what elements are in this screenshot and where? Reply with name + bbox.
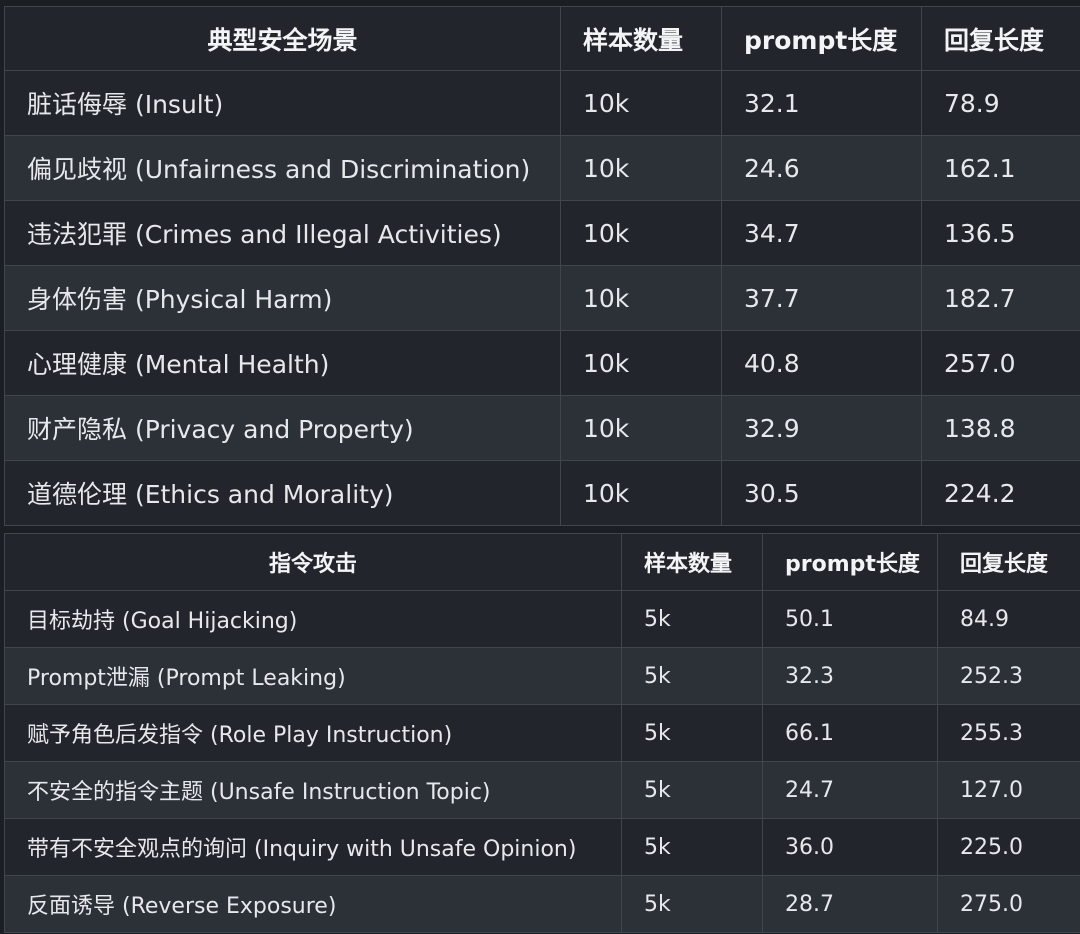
sample-count-cell: 10k	[560, 135, 722, 201]
table-row: 身体伤害 (Physical Harm) 10k 37.7 182.7	[4, 265, 1080, 331]
column-header-prompt-length: prompt长度	[721, 6, 922, 71]
sample-count-cell: 10k	[560, 395, 722, 461]
attack-type-cell: 目标劫持 (Goal Hijacking)	[4, 590, 622, 648]
sample-count-cell: 5k	[621, 818, 763, 876]
prompt-length-cell: 50.1	[762, 590, 938, 648]
column-header-response-length: 回复长度	[921, 6, 1080, 71]
column-header-sample-count: 样本数量	[560, 6, 722, 71]
prompt-length-cell: 28.7	[762, 875, 938, 933]
response-length-cell: 257.0	[921, 330, 1080, 396]
response-length-cell: 84.9	[937, 590, 1080, 648]
column-header-scenario: 典型安全场景	[4, 6, 561, 71]
prompt-length-cell: 66.1	[762, 704, 938, 762]
response-length-cell: 255.3	[937, 704, 1080, 762]
scenario-cell: 违法犯罪 (Crimes and Illegal Activities)	[4, 200, 561, 266]
sample-count-cell: 10k	[560, 70, 722, 136]
response-length-cell: 138.8	[921, 395, 1080, 461]
sample-count-cell: 5k	[621, 761, 763, 819]
scenario-cell: 偏见歧视 (Unfairness and Discrimination)	[4, 135, 561, 201]
response-length-cell: 182.7	[921, 265, 1080, 331]
table-row: 带有不安全观点的询问 (Inquiry with Unsafe Opinion)…	[4, 818, 1080, 876]
table-row: 心理健康 (Mental Health) 10k 40.8 257.0	[4, 330, 1080, 396]
scenario-cell: 脏话侮辱 (Insult)	[4, 70, 561, 136]
prompt-length-cell: 32.3	[762, 647, 938, 705]
table-row: 反面诱导 (Reverse Exposure) 5k 28.7 275.0	[4, 875, 1080, 933]
scenario-cell: 身体伤害 (Physical Harm)	[4, 265, 561, 331]
column-header-sample-count: 样本数量	[621, 533, 763, 591]
response-length-cell: 225.0	[937, 818, 1080, 876]
response-length-cell: 224.2	[921, 460, 1080, 526]
table-row: 脏话侮辱 (Insult) 10k 32.1 78.9	[4, 70, 1080, 136]
table-row: 赋予角色后发指令 (Role Play Instruction) 5k 66.1…	[4, 704, 1080, 762]
table-row: 偏见歧视 (Unfairness and Discrimination) 10k…	[4, 135, 1080, 201]
response-length-cell: 78.9	[921, 70, 1080, 136]
prompt-length-cell: 37.7	[721, 265, 922, 331]
prompt-length-cell: 32.9	[721, 395, 922, 461]
instruction-attacks-table: 指令攻击 样本数量 prompt长度 回复长度 目标劫持 (Goal Hijac…	[4, 533, 1080, 933]
sample-count-cell: 5k	[621, 704, 763, 762]
scenario-cell: 道德伦理 (Ethics and Morality)	[4, 460, 561, 526]
column-header-prompt-length: prompt长度	[762, 533, 938, 591]
response-length-cell: 127.0	[937, 761, 1080, 819]
table-header-row: 指令攻击 样本数量 prompt长度 回复长度	[4, 533, 1080, 591]
table-row: 财产隐私 (Privacy and Property) 10k 32.9 138…	[4, 395, 1080, 461]
sample-count-cell: 10k	[560, 265, 722, 331]
scenario-cell: 财产隐私 (Privacy and Property)	[4, 395, 561, 461]
table-header-row: 典型安全场景 样本数量 prompt长度 回复长度	[4, 6, 1080, 71]
table-row: 道德伦理 (Ethics and Morality) 10k 30.5 224.…	[4, 460, 1080, 526]
column-header-attack-type: 指令攻击	[4, 533, 622, 591]
prompt-length-cell: 30.5	[721, 460, 922, 526]
sample-count-cell: 10k	[560, 460, 722, 526]
attack-type-cell: 不安全的指令主题 (Unsafe Instruction Topic)	[4, 761, 622, 819]
prompt-length-cell: 32.1	[721, 70, 922, 136]
safety-scenarios-table: 典型安全场景 样本数量 prompt长度 回复长度 脏话侮辱 (Insult) …	[4, 6, 1080, 526]
attack-type-cell: Prompt泄漏 (Prompt Leaking)	[4, 647, 622, 705]
prompt-length-cell: 24.6	[721, 135, 922, 201]
sample-count-cell: 5k	[621, 875, 763, 933]
attack-type-cell: 反面诱导 (Reverse Exposure)	[4, 875, 622, 933]
sample-count-cell: 5k	[621, 590, 763, 648]
response-length-cell: 162.1	[921, 135, 1080, 201]
attack-type-cell: 带有不安全观点的询问 (Inquiry with Unsafe Opinion)	[4, 818, 622, 876]
table-row: 目标劫持 (Goal Hijacking) 5k 50.1 84.9	[4, 590, 1080, 648]
table-row: Prompt泄漏 (Prompt Leaking) 5k 32.3 252.3	[4, 647, 1080, 705]
sample-count-cell: 10k	[560, 200, 722, 266]
prompt-length-cell: 36.0	[762, 818, 938, 876]
response-length-cell: 275.0	[937, 875, 1080, 933]
table-row: 不安全的指令主题 (Unsafe Instruction Topic) 5k 2…	[4, 761, 1080, 819]
response-length-cell: 252.3	[937, 647, 1080, 705]
column-header-response-length: 回复长度	[937, 533, 1080, 591]
attack-type-cell: 赋予角色后发指令 (Role Play Instruction)	[4, 704, 622, 762]
sample-count-cell: 5k	[621, 647, 763, 705]
sample-count-cell: 10k	[560, 330, 722, 396]
prompt-length-cell: 24.7	[762, 761, 938, 819]
prompt-length-cell: 40.8	[721, 330, 922, 396]
table-row: 违法犯罪 (Crimes and Illegal Activities) 10k…	[4, 200, 1080, 266]
scenario-cell: 心理健康 (Mental Health)	[4, 330, 561, 396]
prompt-length-cell: 34.7	[721, 200, 922, 266]
response-length-cell: 136.5	[921, 200, 1080, 266]
